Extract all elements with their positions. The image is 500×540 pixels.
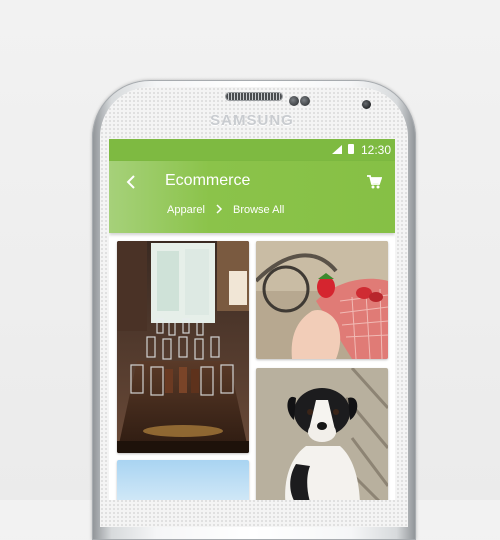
front-camera	[362, 100, 371, 109]
product-image-sky[interactable]	[117, 460, 249, 500]
shopping-cart-icon[interactable]	[366, 174, 382, 190]
product-image-strawberry[interactable]	[256, 241, 388, 359]
earpiece-speaker	[226, 93, 282, 100]
app-bar: Ecommerce Apparel Browse All	[109, 161, 395, 233]
product-image-restaurant[interactable]	[117, 241, 249, 453]
breadcrumb-browse-all[interactable]: Browse All	[233, 204, 284, 216]
status-time: 12:30	[361, 143, 392, 157]
breadcrumb-apparel[interactable]: Apparel	[167, 204, 205, 216]
phone-screen: 12:30 Ecommerce Apparel Browse All	[109, 139, 395, 500]
product-image-puppy[interactable]	[256, 368, 388, 500]
proximity-sensor	[289, 96, 299, 106]
status-bar: 12:30	[109, 139, 395, 161]
light-sensor	[300, 96, 310, 106]
chevron-right-icon	[216, 204, 223, 214]
battery-icon	[348, 144, 354, 154]
chevron-left-icon[interactable]	[123, 173, 141, 191]
brand-logo: SAMSUNG	[210, 112, 294, 129]
page-title: Ecommerce	[165, 172, 251, 189]
signal-icon	[332, 145, 342, 154]
